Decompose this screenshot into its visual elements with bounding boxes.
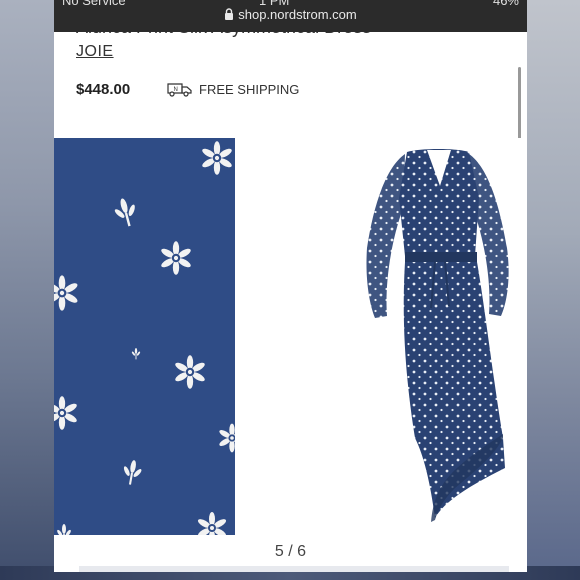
- url-bar[interactable]: shop.nordstrom.com: [54, 7, 527, 23]
- bottom-strip: [79, 566, 509, 572]
- scrollbar[interactable]: [518, 67, 521, 142]
- dress-illustration: [366, 149, 509, 522]
- shipping-info: N FREE SHIPPING: [167, 81, 299, 97]
- svg-text:N: N: [174, 87, 178, 93]
- gallery-pager: 5 / 6: [274, 543, 307, 560]
- phone-screen: No Service 1 PM 46% shop.nordstrom.com A…: [54, 0, 527, 572]
- model-product-image[interactable]: [235, 138, 527, 535]
- delivery-truck-icon: N: [167, 83, 192, 97]
- browser-header: No Service 1 PM 46% shop.nordstrom.com: [54, 0, 527, 32]
- page-backdrop-right: [524, 0, 580, 580]
- shipping-label: FREE SHIPPING: [199, 81, 300, 97]
- url-text: shop.nordstrom.com: [238, 7, 357, 22]
- fabric-swatch-image[interactable]: [54, 138, 246, 544]
- product-price: $448.00: [76, 81, 131, 98]
- fabric-print: [54, 138, 246, 544]
- lock-icon: [224, 8, 234, 23]
- brand-link[interactable]: JOIE: [76, 43, 114, 61]
